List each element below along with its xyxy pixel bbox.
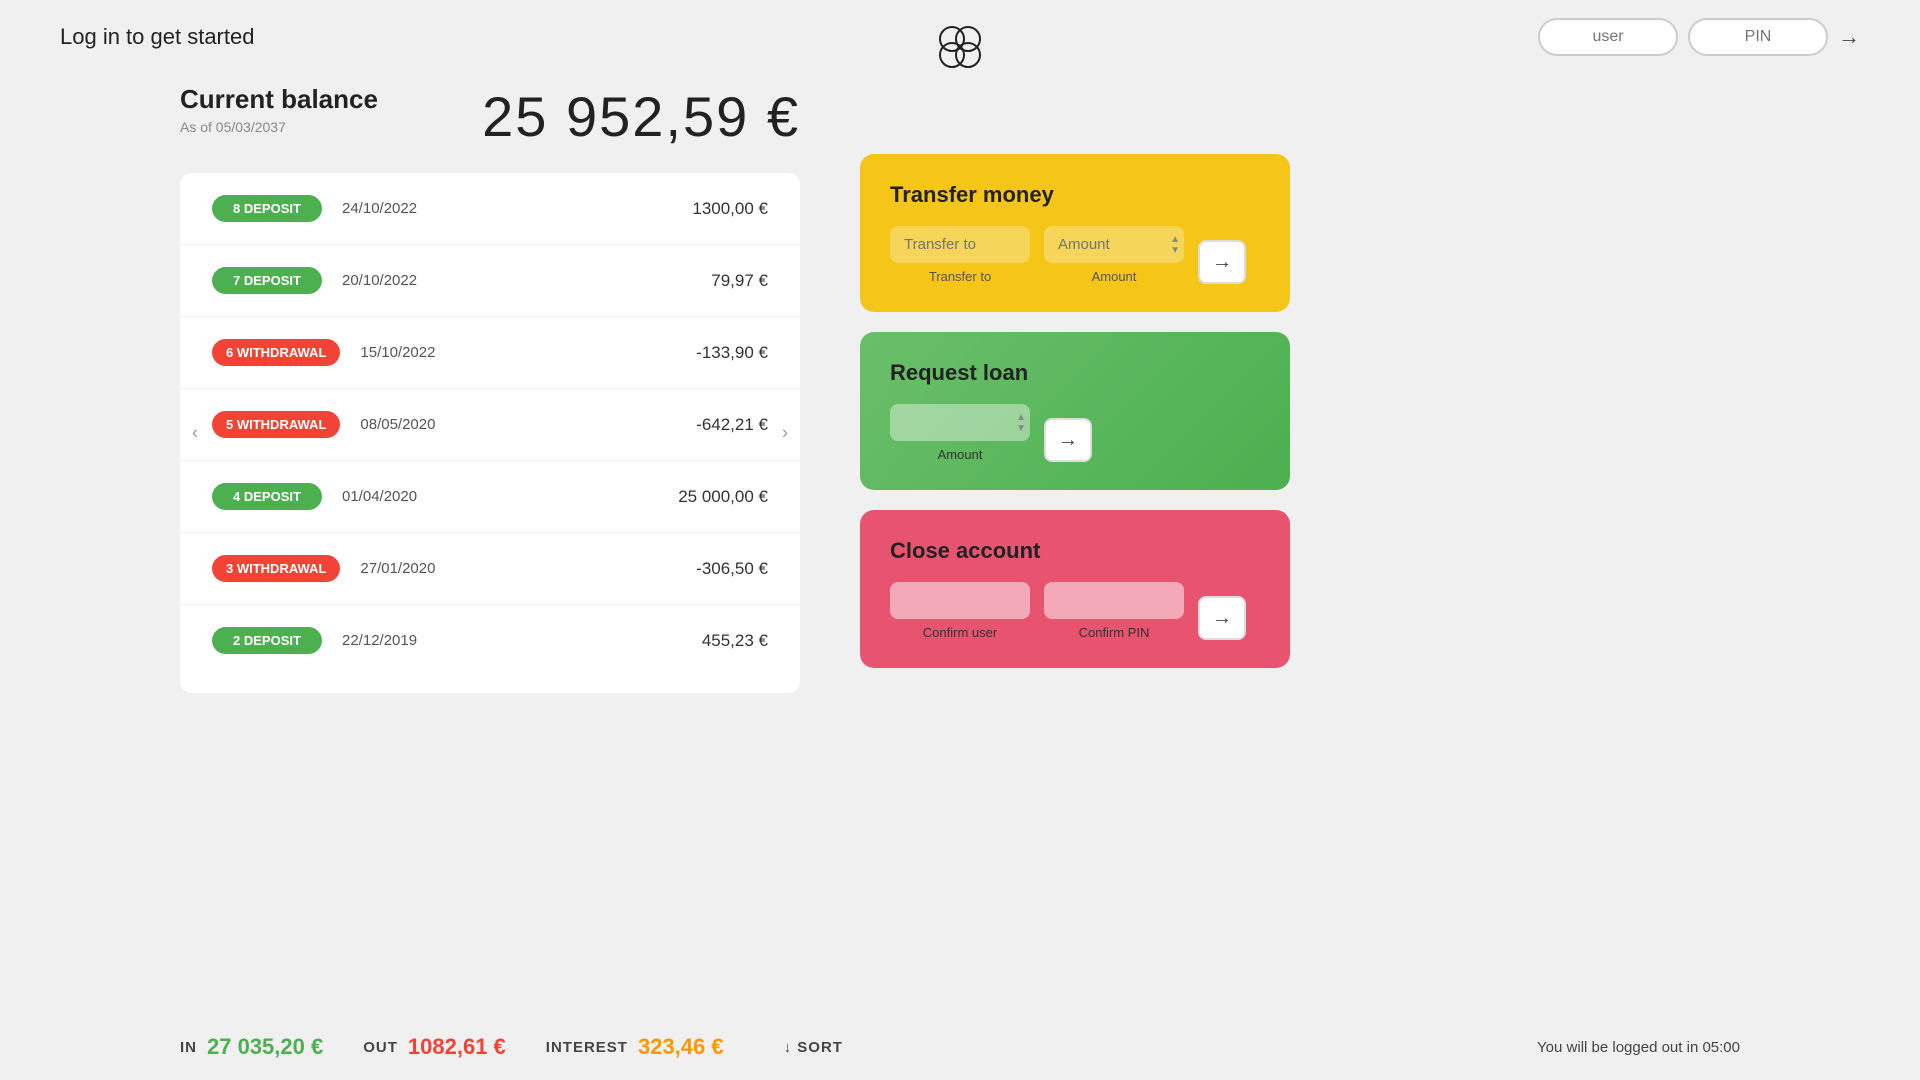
transaction-amount: -306,50 € [696,559,768,579]
table-row: 6 WITHDRAWAL 15/10/2022 -133,90 € [180,317,800,389]
close-submit-button[interactable]: → [1198,596,1246,640]
balance-date: As of 05/03/2037 [180,119,378,135]
logo-container [931,18,989,81]
sort-button[interactable]: ↓ SORT [784,1039,843,1056]
interest-label: INTEREST [546,1039,628,1056]
transfer-amount-group: ▲▼ Amount [1044,226,1184,284]
transactions-container: 8 DEPOSIT 24/10/2022 1300,00 € 7 DEPOSIT 20/… [180,173,800,693]
transaction-badge: 4 DEPOSIT [212,483,322,510]
loan-title: Request loan [890,360,1260,386]
confirm-user-input[interactable] [890,582,1030,619]
scroll-left-icon[interactable]: ‹ [192,423,198,444]
transfer-amount-label: Amount [1092,269,1137,284]
header: Log in to get started → [0,0,1920,74]
transfer-row: Transfer to ▲▼ Amount → [890,226,1260,284]
transaction-badge: 6 WITHDRAWAL [212,339,340,366]
sort-label: ↓ SORT [784,1039,843,1056]
transaction-date: 15/10/2022 [360,344,676,361]
transfer-amount-input[interactable] [1044,226,1184,263]
out-value: 1082,61 € [408,1034,506,1060]
login-arrow[interactable]: → [1838,24,1860,50]
transfer-title: Transfer money [890,182,1260,208]
scroll-right-icon[interactable]: › [782,423,788,444]
right-panel: Transfer money Transfer to ▲▼ Amount → R… [860,154,1290,693]
transaction-date: 20/10/2022 [342,272,691,289]
in-value: 27 035,20 € [207,1034,323,1060]
header-title: Log in to get started [60,24,254,50]
transfer-card: Transfer money Transfer to ▲▼ Amount → [860,154,1290,312]
loan-card: Request loan ▲▼ Amount → [860,332,1290,490]
transfer-to-group: Transfer to [890,226,1030,284]
transaction-date: 01/04/2020 [342,488,658,505]
table-row: 7 DEPOSIT 20/10/2022 79,97 € [180,245,800,317]
close-account-card: Close account Confirm user Confirm PIN → [860,510,1290,668]
transaction-date: 24/10/2022 [342,200,672,217]
footer-bar: IN 27 035,20 € OUT 1082,61 € INTEREST 32… [0,1014,1920,1080]
table-row: 8 DEPOSIT 24/10/2022 1300,00 € [180,173,800,245]
transfer-submit-button[interactable]: → [1198,240,1246,284]
balance-label: Current balance [180,84,378,115]
loan-amount-spin[interactable]: ▲▼ [1016,412,1026,434]
transaction-amount: -133,90 € [696,343,768,363]
transaction-badge: 5 WITHDRAWAL [212,411,340,438]
footer-out-stat: OUT 1082,61 € [363,1034,506,1060]
balance-amount: 25 952,59 € [482,84,800,149]
table-row: 3 WITHDRAWAL 27/01/2020 -306,50 € [180,533,800,605]
transaction-amount: 455,23 € [702,631,768,651]
footer-interest-stat: INTEREST 323,46 € [546,1034,724,1060]
confirm-pin-label: Confirm PIN [1079,625,1150,640]
transaction-amount: 25 000,00 € [678,487,768,507]
confirm-pin-group: Confirm PIN [1044,582,1184,640]
transfer-to-label: Transfer to [929,269,991,284]
loan-amount-group: ▲▼ Amount [890,404,1030,462]
balance-section: Current balance As of 05/03/2037 25 952,… [180,84,800,149]
in-label: IN [180,1039,197,1056]
table-row: 5 WITHDRAWAL 08/05/2020 -642,21 € [180,389,800,461]
out-label: OUT [363,1039,398,1056]
logout-timer: You will be logged out in 05:00 [1537,1039,1740,1056]
loan-row: ▲▼ Amount → [890,404,1260,462]
close-row: Confirm user Confirm PIN → [890,582,1260,640]
table-row: 4 DEPOSIT 01/04/2020 25 000,00 € [180,461,800,533]
transaction-badge: 7 DEPOSIT [212,267,322,294]
interest-value: 323,46 € [638,1034,724,1060]
table-row: 2 DEPOSIT 22/12/2019 455,23 € [180,605,800,676]
transaction-badge: 8 DEPOSIT [212,195,322,222]
transaction-amount: 79,97 € [711,271,768,291]
loan-submit-button[interactable]: → [1044,418,1092,462]
transaction-date: 08/05/2020 [360,416,676,433]
transaction-amount: 1300,00 € [692,199,768,219]
left-panel: Current balance As of 05/03/2037 25 952,… [180,84,800,693]
logo-icon [931,18,989,76]
footer-in-stat: IN 27 035,20 € [180,1034,323,1060]
transfer-amount-spin[interactable]: ▲▼ [1170,234,1180,256]
loan-amount-input[interactable] [890,404,1030,441]
header-login-area: → [1538,18,1860,56]
pin-input[interactable] [1688,18,1828,56]
main-content: Current balance As of 05/03/2037 25 952,… [0,84,1920,693]
close-title: Close account [890,538,1260,564]
transaction-date: 27/01/2020 [360,560,676,577]
user-input[interactable] [1538,18,1678,56]
transfer-to-input[interactable] [890,226,1030,263]
transaction-badge: 3 WITHDRAWAL [212,555,340,582]
transaction-date: 22/12/2019 [342,632,682,649]
transactions-list[interactable]: 8 DEPOSIT 24/10/2022 1300,00 € 7 DEPOSIT 20/… [180,173,800,693]
transaction-badge: 2 DEPOSIT [212,627,322,654]
transaction-amount: -642,21 € [696,415,768,435]
confirm-user-label: Confirm user [923,625,997,640]
confirm-pin-input[interactable] [1044,582,1184,619]
confirm-user-group: Confirm user [890,582,1030,640]
loan-amount-label: Amount [938,447,983,462]
